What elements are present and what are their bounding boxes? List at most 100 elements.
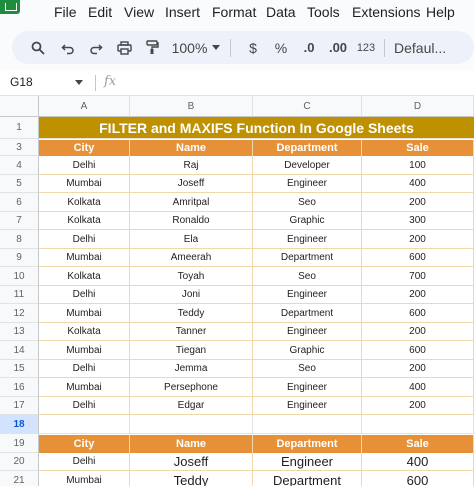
table-cell[interactable]: Delhi (39, 156, 130, 175)
result-header-name[interactable]: Name (130, 435, 253, 453)
search-menus-button[interactable] (26, 31, 50, 64)
table-cell[interactable]: 400 (362, 175, 474, 193)
column-header-d[interactable]: D (362, 96, 474, 117)
table-cell[interactable]: 200 (362, 230, 474, 249)
menu-insert[interactable]: Insert (165, 4, 200, 20)
result-cell[interactable]: Delhi (39, 453, 130, 471)
menu-file[interactable]: File (54, 4, 77, 20)
table-cell[interactable]: 200 (362, 323, 474, 341)
row-header[interactable]: 18 (0, 415, 39, 434)
table-cell[interactable]: Delhi (39, 286, 130, 304)
table-cell[interactable]: Engineer (253, 323, 362, 341)
table-cell[interactable]: Mumbai (39, 249, 130, 267)
sheets-logo-icon[interactable] (0, 0, 20, 14)
table-cell[interactable]: 300 (362, 212, 474, 230)
table-cell[interactable]: Graphic (253, 212, 362, 230)
row-header[interactable]: 7 (0, 212, 39, 230)
table-cell[interactable]: Kolkata (39, 267, 130, 286)
table-cell[interactable]: Kolkata (39, 323, 130, 341)
row-header[interactable]: 4 (0, 156, 39, 175)
result-header-sale[interactable]: Sale (362, 435, 474, 453)
font-select[interactable]: Defaul... (394, 31, 474, 64)
row-header[interactable]: 13 (0, 323, 39, 341)
menu-extensions[interactable]: Extensions (352, 4, 420, 20)
row-header[interactable]: 5 (0, 175, 39, 193)
table-cell[interactable] (130, 415, 253, 434)
row-header[interactable]: 1 (0, 117, 39, 139)
table-cell[interactable]: 400 (362, 378, 474, 397)
row-header[interactable]: 12 (0, 304, 39, 323)
table-cell[interactable]: Tanner (130, 323, 253, 341)
row-header[interactable]: 14 (0, 341, 39, 360)
table-cell[interactable]: 200 (362, 360, 474, 378)
table-cell[interactable]: Edgar (130, 397, 253, 415)
row-header[interactable]: 8 (0, 230, 39, 249)
table-cell[interactable]: Kolkata (39, 212, 130, 230)
table-header-name[interactable]: Name (130, 140, 253, 156)
table-cell[interactable]: 200 (362, 286, 474, 304)
table-cell[interactable]: 200 (362, 397, 474, 415)
result-header-city[interactable]: City (39, 435, 130, 453)
table-cell[interactable]: Seo (253, 193, 362, 212)
format-currency-button[interactable]: $ (242, 31, 264, 64)
table-cell[interactable]: 600 (362, 341, 474, 360)
chevron-down-icon[interactable] (75, 80, 83, 85)
table-cell[interactable]: Delhi (39, 397, 130, 415)
result-cell[interactable]: Joseff (130, 453, 253, 471)
result-cell[interactable]: Department (253, 471, 362, 486)
decrease-decimal-button[interactable]: .0 (297, 31, 321, 64)
result-cell[interactable]: 600 (362, 471, 474, 486)
number-format-button[interactable]: 123 (354, 31, 378, 64)
table-cell[interactable]: Persephone (130, 378, 253, 397)
result-cell[interactable]: Teddy (130, 471, 253, 486)
paint-format-button[interactable] (140, 31, 164, 64)
table-cell[interactable]: Toyah (130, 267, 253, 286)
row-header[interactable]: 10 (0, 267, 39, 286)
table-cell[interactable]: Teddy (130, 304, 253, 323)
table-cell[interactable]: 100 (362, 156, 474, 175)
table-cell[interactable]: Delhi (39, 360, 130, 378)
table-cell[interactable]: Tiegan (130, 341, 253, 360)
column-header-a[interactable]: A (39, 96, 130, 117)
result-header-department[interactable]: Department (253, 435, 362, 453)
name-box[interactable]: G18 (10, 75, 33, 89)
redo-button[interactable] (84, 31, 108, 64)
increase-decimal-button[interactable]: .00 (325, 31, 351, 64)
menu-format[interactable]: Format (212, 4, 256, 20)
table-cell[interactable] (362, 415, 474, 434)
table-cell[interactable]: Graphic (253, 341, 362, 360)
table-cell[interactable]: Engineer (253, 397, 362, 415)
menu-view[interactable]: View (124, 4, 154, 20)
table-cell[interactable]: 200 (362, 193, 474, 212)
table-cell[interactable]: Joni (130, 286, 253, 304)
result-cell[interactable]: Engineer (253, 453, 362, 471)
table-cell[interactable]: Seo (253, 267, 362, 286)
row-header[interactable]: 9 (0, 249, 39, 267)
result-cell[interactable]: Mumbai (39, 471, 130, 486)
sheet-title[interactable]: FILTER and MAXIFS Function In Google She… (39, 117, 474, 139)
table-cell[interactable]: Engineer (253, 230, 362, 249)
menu-help[interactable]: Help (426, 4, 455, 20)
table-cell[interactable] (253, 415, 362, 434)
menu-data[interactable]: Data (266, 4, 296, 20)
table-cell[interactable]: Mumbai (39, 175, 130, 193)
table-cell[interactable]: Ela (130, 230, 253, 249)
table-cell[interactable]: Department (253, 304, 362, 323)
zoom-select[interactable]: 100% (170, 31, 222, 64)
row-header[interactable]: 3 (0, 139, 39, 156)
table-cell[interactable]: Engineer (253, 175, 362, 193)
table-cell[interactable]: Department (253, 249, 362, 267)
spreadsheet-grid[interactable]: A B C D FILTER and MAXIFS Function In Go… (0, 96, 474, 486)
menu-tools[interactable]: Tools (307, 4, 340, 20)
table-cell[interactable]: Ronaldo (130, 212, 253, 230)
table-cell[interactable]: 600 (362, 249, 474, 267)
row-header[interactable]: 21 (0, 471, 39, 486)
row-header[interactable]: 6 (0, 193, 39, 212)
table-cell[interactable]: Joseff (130, 175, 253, 193)
row-header[interactable]: 11 (0, 286, 39, 304)
row-header[interactable]: 19 (0, 434, 39, 453)
format-percent-button[interactable]: % (270, 31, 292, 64)
undo-button[interactable] (56, 31, 80, 64)
table-cell[interactable]: Raj (130, 156, 253, 175)
select-all-corner[interactable] (0, 96, 39, 117)
